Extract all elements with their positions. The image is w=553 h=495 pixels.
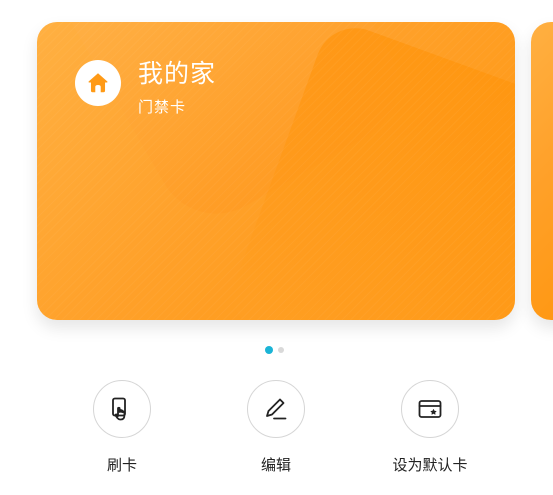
- card-actions: 刷卡 编辑 设为默认卡: [0, 380, 553, 490]
- set-default-card-button[interactable]: 设为默认卡: [385, 380, 475, 475]
- page-dot: [278, 347, 284, 353]
- default-card-icon[interactable]: [401, 380, 459, 438]
- edit-label: 编辑: [260, 456, 291, 474]
- card-carousel[interactable]: 我的家 门禁卡: [0, 0, 553, 340]
- edit-pen-icon[interactable]: [247, 380, 305, 438]
- swipe-card-label: 刷卡: [106, 456, 137, 474]
- card-subtitle: 门禁卡: [138, 98, 187, 116]
- card-title: 我的家: [138, 59, 217, 88]
- next-card-preview[interactable]: [531, 22, 553, 320]
- home-icon: [75, 60, 121, 106]
- access-card[interactable]: 我的家 门禁卡: [37, 22, 515, 320]
- edit-button[interactable]: 编辑: [231, 380, 321, 475]
- page-indicator: [265, 346, 284, 354]
- swipe-card-icon[interactable]: [93, 380, 151, 438]
- set-default-card-label: 设为默认卡: [392, 456, 468, 474]
- page-dot-active: [265, 346, 273, 354]
- swipe-card-button[interactable]: 刷卡: [77, 380, 167, 475]
- wallet-card-page: 我的家 门禁卡 刷卡 编辑 设为默认卡: [0, 0, 553, 495]
